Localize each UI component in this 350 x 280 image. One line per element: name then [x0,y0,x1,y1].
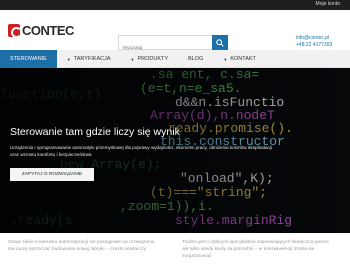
header: CONTEC info@contec.pl +48 22 4177393 [0,10,350,54]
intro-text-left: Swoje siłów w kierunku automatyzacji nie… [8,240,155,252]
chevron-down-icon: ▼ [130,56,135,62]
my-account-link[interactable]: Moje konto [316,1,340,7]
brand-name: CONTEC [22,23,74,38]
logo-mark-icon [8,24,22,38]
top-bar: Moje konto [0,0,350,10]
nav-item-sterowanie[interactable]: Sterowanie [0,50,57,68]
nav-item-label: Produkty [137,56,169,62]
main-nav: Sterowanie ▼ Taryfikacja ▼ Produkty Blog… [0,50,350,68]
chevron-down-icon: ▼ [66,56,71,62]
hero-title: Sterowanie tam gdzie liczy się wynik [10,126,180,138]
nav-item-taryfikacja[interactable]: ▼ Taryfikacja [57,50,121,68]
search-button[interactable] [212,35,228,50]
search-icon [216,38,224,47]
contact-info: info@contec.pl +48 22 4177393 [296,35,332,48]
nav-item-label: Kontakt [230,56,256,62]
nav-item-blog[interactable]: Blog [178,50,213,68]
logo[interactable]: CONTEC [8,23,74,38]
hero-banner: .sa ent, c.sa= (e=t,n=e_sa5. d&&n.isFunc… [0,68,350,233]
contact-phone[interactable]: +48 22 4177393 [296,42,332,49]
nav-item-label: Sterowanie [10,56,47,62]
hero-description: Urządzenia i oprogramowanie automatyki p… [10,145,272,157]
nav-item-produkty[interactable]: ▼ Produkty [121,50,179,68]
chevron-down-icon: ▼ [223,56,228,62]
nav-item-label: Taryfikacja [73,56,111,62]
contact-email[interactable]: info@contec.pl [296,35,332,42]
search-box [118,35,228,54]
nav-item-label: Blog [188,56,204,62]
nav-item-kontakt[interactable]: ▼ Kontakt [213,50,266,68]
intro-text-right: Trudno jest o dobrych specjalistów zapew… [182,240,330,259]
ask-solution-button[interactable]: Zapytaj o rozwiązanie [10,168,94,181]
